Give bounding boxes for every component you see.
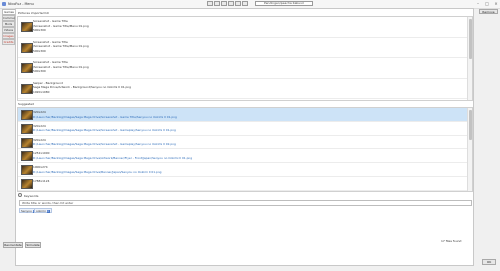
- thumbnail-image: [21, 22, 33, 32]
- simulate-button[interactable]: Simulate: [25, 242, 41, 248]
- suggested-scroll-thumb[interactable]: [468, 110, 472, 140]
- tab-images[interactable]: Images: [2, 32, 15, 39]
- reorientate-button[interactable]: Reorientate: [3, 242, 23, 248]
- toolbar-icon-2[interactable]: [214, 1, 220, 6]
- thumbnail-image: [21, 151, 33, 162]
- keyword-chip-2[interactable]: ookimi×: [34, 208, 52, 213]
- item-path: /Screenshot - Game Title/Menu 01.png: [33, 44, 89, 48]
- toolbar-search-field[interactable]: Pendingen/peacha Kabuvil: [255, 1, 313, 6]
- toolbar-icon-4[interactable]: [228, 1, 234, 6]
- toolbar-search-text: Pendingen/peacha Kabuvil: [264, 1, 304, 5]
- toolbar-icon-3[interactable]: [221, 1, 227, 6]
- suggested-item[interactable]: 1788x1124: [18, 177, 472, 191]
- item-size: 500x300: [33, 28, 46, 32]
- item-title: Screenshot - Game Title: [33, 39, 68, 44]
- tab-credits[interactable]: Credits: [2, 38, 15, 45]
- tab-mods[interactable]: Mods: [2, 20, 15, 27]
- item-size: 1900x274: [33, 165, 48, 170]
- keyword-chip-2-label: ookimi: [36, 209, 46, 213]
- imported-scrollbar[interactable]: [467, 17, 472, 100]
- item-path: D:/Launcher/Backlog/Images/Saga Mega Dri…: [33, 142, 176, 147]
- thumbnail-image: [21, 63, 33, 73]
- suggested-item[interactable]: 320x224 D:/Launcher/Backlog/Images/Saga M…: [18, 108, 472, 122]
- keyword-chip-1-label: Senyou: [21, 209, 32, 213]
- ok-button[interactable]: OK: [482, 259, 496, 265]
- list-item[interactable]: Swiper - Background Saga Mega Drive/Artwo…: [18, 79, 472, 99]
- suggested-scrollbar[interactable]: [467, 108, 472, 191]
- tab-games[interactable]: Games: [2, 9, 15, 15]
- list-item[interactable]: Screenshot - Game Title/Screenshot - Gam…: [18, 17, 472, 38]
- remove-button[interactable]: Remove: [479, 9, 498, 14]
- thumbnail-image: [21, 137, 33, 148]
- imported-scroll-thumb[interactable]: [468, 19, 472, 59]
- item-size: 320x224: [33, 137, 46, 142]
- suggested-label: Suggested: [18, 102, 34, 106]
- files-found-count: 17 files found: [441, 239, 462, 243]
- suggested-item[interactable]: 1252x1000 D:/Launcher/Backlog/Images/Saga…: [18, 149, 472, 164]
- maximize-icon[interactable]: □: [483, 1, 491, 6]
- keywords-label: Keywords: [24, 193, 39, 198]
- item-size: 1788x1124: [33, 178, 50, 183]
- suggested-list[interactable]: 320x224 D:/Launcher/Backlog/Images/Saga M…: [17, 107, 473, 192]
- app-icon: [2, 1, 6, 6]
- thumbnail-image: [21, 165, 33, 176]
- item-size: 1920x1080: [33, 89, 50, 94]
- main-panel: Pictures imported 10 Screenshot - Game T…: [15, 8, 474, 266]
- toolbar-icon-5[interactable]: [235, 1, 241, 6]
- item-path: D:/Launcher/Backlog/Images/Saga Mega Dri…: [33, 128, 176, 133]
- item-path: D:/Launcher/Backlog/Images/Saga Mega Dri…: [33, 155, 193, 160]
- item-size: 320x224: [33, 110, 46, 114]
- suggested-item[interactable]: 320x224 D:/Launcher/Backlog/Images/Saga M…: [18, 122, 472, 136]
- thumbnail-image: [21, 83, 33, 94]
- item-size: 500x300: [33, 48, 46, 53]
- keywords-placeholder: Write title or words, then hit enter: [22, 201, 74, 205]
- list-item[interactable]: Screenshot - Game Title/Screenshot - Gam…: [18, 58, 472, 79]
- keywords-toggle-icon[interactable]: [18, 193, 22, 197]
- imported-list[interactable]: Screenshot - Game Title/Screenshot - Gam…: [17, 16, 473, 101]
- thumbnail-image: [21, 178, 33, 189]
- tab-videos[interactable]: Videos: [2, 26, 15, 33]
- suggested-item[interactable]: 320x224 D:/Launcher/Backlog/Images/Saga M…: [18, 136, 472, 150]
- close-icon[interactable]: ×: [492, 1, 500, 6]
- minimize-icon[interactable]: –: [474, 1, 482, 6]
- toolbar-icon-6[interactable]: [242, 1, 248, 6]
- item-path: /Screenshot - Game Title/Menu 01.png: [33, 64, 89, 69]
- thumbnail-image: [21, 123, 33, 134]
- suggested-item[interactable]: 1900x274 D:/Launcher/Backlog/Images/Saga …: [18, 163, 472, 177]
- item-size: 500x300: [33, 69, 46, 73]
- tab-comments[interactable]: Comments: [2, 14, 18, 21]
- side-tabs: Games Comments Mods Videos Images Credits: [2, 9, 18, 45]
- item-path: D:/Launcher/Backlog/Images/Saga Mega Dri…: [33, 169, 162, 174]
- item-path: Saga Mega Drive/Artwork - Background/Sen…: [33, 85, 131, 89]
- window-title: NicoFuz - Menu: [8, 1, 34, 6]
- pictures-count: 10: [45, 10, 49, 15]
- thumbnail-image: [21, 42, 33, 53]
- keywords-input[interactable]: Write title or words, then hit enter: [19, 200, 472, 206]
- item-title: Swiper - Background: [33, 80, 63, 85]
- item-path: /Screenshot - Game Title/Menu 01.png: [33, 23, 89, 28]
- pictures-label: Pictures imported: [18, 10, 45, 15]
- item-title: Screenshot - Game Title: [33, 60, 68, 64]
- toolbar-icon-1[interactable]: [207, 1, 213, 6]
- remove-chip-icon[interactable]: ×: [46, 209, 50, 213]
- item-size: 320x224: [33, 123, 46, 128]
- item-title: Screenshot - Game Title: [33, 19, 68, 23]
- thumbnail-image: [21, 110, 33, 120]
- item-path: D:/Launcher/Backlog/Images/Saga Mega Dri…: [33, 114, 177, 119]
- list-item[interactable]: Screenshot - Game Title/Screenshot - Gam…: [18, 38, 472, 58]
- item-size: 1252x1000: [33, 151, 50, 156]
